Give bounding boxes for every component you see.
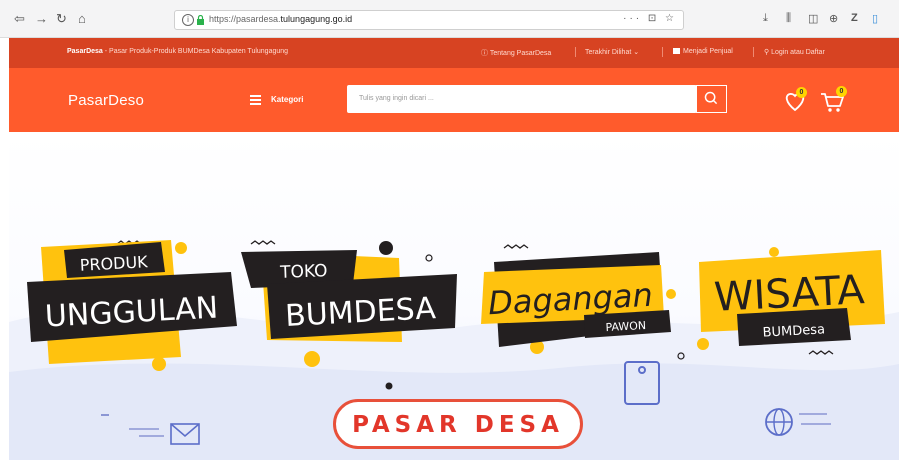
about-label: Tentang PasarDesa — [489, 50, 552, 57]
hero-banner[interactable]: PRODUK UNGGULAN TOKO BUMDESA Dagangan PA… — [9, 132, 899, 460]
about-link[interactable]: ⓘ Tentang PasarDesa — [481, 48, 551, 58]
url-actions[interactable]: ··· ⊡ ☆ — [623, 13, 677, 24]
forward-icon[interactable]: → — [35, 12, 48, 26]
site-tagline: PasarDesa - Pasar Produk-Produk BUMDesa … — [67, 48, 288, 55]
url-prefix: https://pasardesa. — [209, 14, 281, 24]
search-input[interactable]: Tulis yang ingin dicari ... — [347, 85, 697, 113]
become-seller-link[interactable]: Menjadi Penjual — [673, 48, 733, 55]
download-icon[interactable]: ⤓ — [763, 12, 768, 25]
banner-3-small-text: PAWON — [605, 319, 646, 334]
recently-viewed-link[interactable]: Terakhir Dilihat ⌄ — [585, 48, 639, 56]
address-bar[interactable]: i https://pasardesa.tulungagung.go.id ··… — [174, 10, 684, 30]
library-icon[interactable]: ⫼ — [786, 12, 791, 25]
banner-1-small-text: PRODUK — [79, 252, 148, 275]
search-icon — [704, 91, 718, 105]
menu-icon[interactable]: ▯ — [872, 12, 878, 25]
divider — [753, 47, 754, 57]
cart-count-badge: 0 — [836, 86, 847, 97]
pasar-desa-logo-text: PASAR DESA — [352, 412, 564, 438]
store-icon — [673, 48, 680, 55]
recently-viewed-label: Terakhir Dilihat — [585, 49, 632, 56]
hamburger-icon[interactable] — [250, 95, 261, 105]
banner-2-small-text: TOKO — [279, 261, 328, 283]
reload-icon[interactable]: ↻ — [56, 12, 67, 26]
login-label: Login atau Daftar — [771, 49, 825, 56]
login-link[interactable]: ⚲ Login atau Daftar — [764, 48, 825, 56]
banner-4-big-text: WISATA — [713, 267, 866, 321]
lock-icon — [197, 15, 204, 25]
divider — [662, 47, 663, 57]
brand-name: PasarDesa — [67, 48, 103, 55]
top-info-strip: PasarDesa - Pasar Produk-Produk BUMDesa … — [9, 38, 899, 68]
pasar-desa-logo: PASAR DESA — [333, 399, 583, 449]
browser-toolbar: ⇦ → ↻ ⌂ i https://pasardesa.tulungagung.… — [0, 0, 899, 38]
zotero-icon[interactable]: Z — [851, 12, 858, 24]
tagline-text: - Pasar Produk-Produk BUMDesa Kabupaten … — [102, 48, 289, 55]
search-placeholder: Tulis yang ingin dicari ... — [359, 95, 434, 102]
search-button[interactable] — [696, 85, 727, 113]
sidebar-icon[interactable]: ◫ — [808, 12, 818, 25]
wishlist-count-badge: 0 — [796, 87, 807, 98]
extension-icon[interactable]: ⊕ — [829, 12, 838, 25]
back-icon[interactable]: ⇦ — [14, 12, 25, 26]
main-header: PasarDeso Kategori Tulis yang ingin dica… — [9, 68, 899, 132]
info-icon[interactable]: i — [182, 14, 194, 26]
category-menu-button[interactable]: Kategori — [271, 95, 303, 104]
url-domain: tulungagung.go.id — [280, 14, 353, 24]
divider — [575, 47, 576, 57]
become-seller-label: Menjadi Penjual — [683, 48, 733, 55]
url-text: https://pasardesa.tulungagung.go.id — [209, 14, 352, 24]
home-icon[interactable]: ⌂ — [78, 12, 86, 26]
site-logo[interactable]: PasarDeso — [68, 92, 144, 109]
